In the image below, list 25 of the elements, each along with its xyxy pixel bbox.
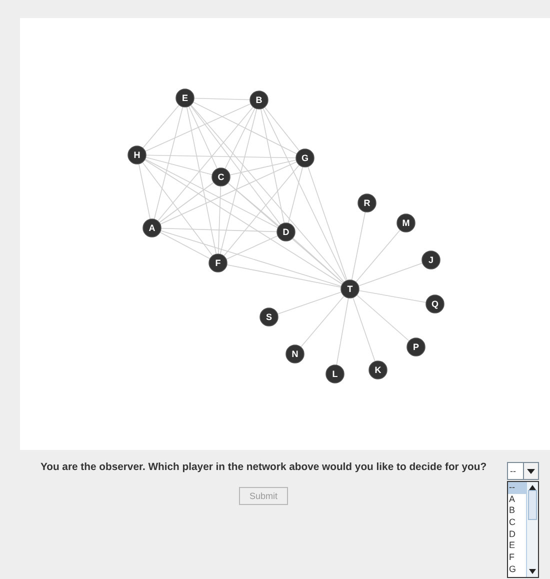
network-node: E: [176, 88, 194, 108]
network-node: T: [340, 280, 360, 298]
network-node: C: [212, 168, 230, 186]
network-node: D: [276, 222, 296, 242]
network-node: G: [296, 148, 314, 168]
player-dropdown[interactable]: --: [507, 462, 539, 480]
network-node: K: [368, 360, 388, 380]
scroll-thumb[interactable]: [528, 490, 537, 520]
network-node: B: [250, 90, 268, 110]
network-node: F: [208, 254, 228, 272]
scrollbar[interactable]: [526, 482, 538, 577]
network-node: L: [326, 364, 344, 384]
question-text: You are the observer. Which player in the network above would you like to decide for you?: [40, 462, 487, 473]
network-node: P: [406, 338, 426, 356]
network-node: M: [396, 214, 416, 232]
network-node: H: [128, 146, 146, 164]
network-node: N: [286, 344, 304, 364]
network-node: Q: [426, 294, 444, 314]
network-node: A: [142, 218, 162, 238]
network-node: J: [422, 250, 440, 270]
network-node: R: [358, 194, 376, 212]
caret-icon: [527, 468, 535, 474]
scroll-down-icon[interactable]: [529, 569, 536, 574]
dropdown-option[interactable]: --: [508, 482, 526, 494]
network-node: S: [260, 308, 278, 326]
